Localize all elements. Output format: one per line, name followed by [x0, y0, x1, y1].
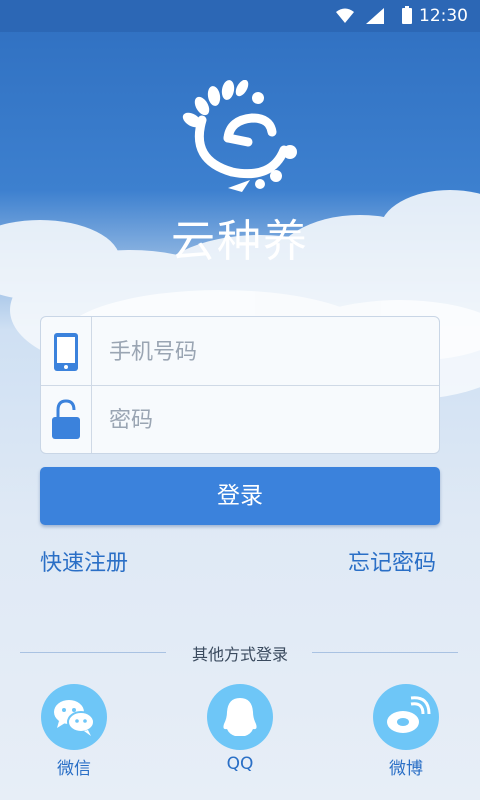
- weibo-label: 微博: [389, 759, 423, 779]
- qq-icon[interactable]: [207, 684, 273, 750]
- password-field: [41, 385, 439, 453]
- status-bar: 12:30: [0, 0, 480, 32]
- lock-icon-box: [41, 385, 92, 453]
- wechat-login[interactable]: 微信: [39, 684, 109, 779]
- status-time: 12:30: [419, 6, 468, 26]
- other-login-label: 其他方式登录: [191, 645, 288, 664]
- weibo-login[interactable]: 微博: [371, 684, 441, 779]
- password-input[interactable]: [107, 399, 421, 441]
- phone-field: [41, 317, 439, 386]
- brand-name: 云种养: [171, 216, 309, 267]
- register-link[interactable]: 快速注册: [40, 545, 128, 577]
- wechat-icon[interactable]: [41, 684, 107, 750]
- qq-label: QQ: [226, 754, 254, 774]
- login-button[interactable]: 登录: [40, 467, 440, 525]
- forgot-password-link[interactable]: 忘记密码: [348, 545, 436, 577]
- battery-icon: [402, 6, 412, 24]
- phone-icon-box: [41, 317, 92, 385]
- qq-login[interactable]: QQ: [205, 684, 275, 774]
- phone-input[interactable]: [107, 331, 421, 373]
- weibo-icon[interactable]: [373, 684, 439, 750]
- app-logo: [182, 80, 297, 192]
- phone-icon: [54, 333, 78, 371]
- wifi-icon: [336, 8, 354, 23]
- signal-icon: [366, 8, 384, 24]
- divider-line-right: [312, 652, 458, 653]
- lock-icon: [52, 399, 80, 439]
- login-form: [40, 316, 440, 454]
- wechat-label: 微信: [57, 759, 91, 779]
